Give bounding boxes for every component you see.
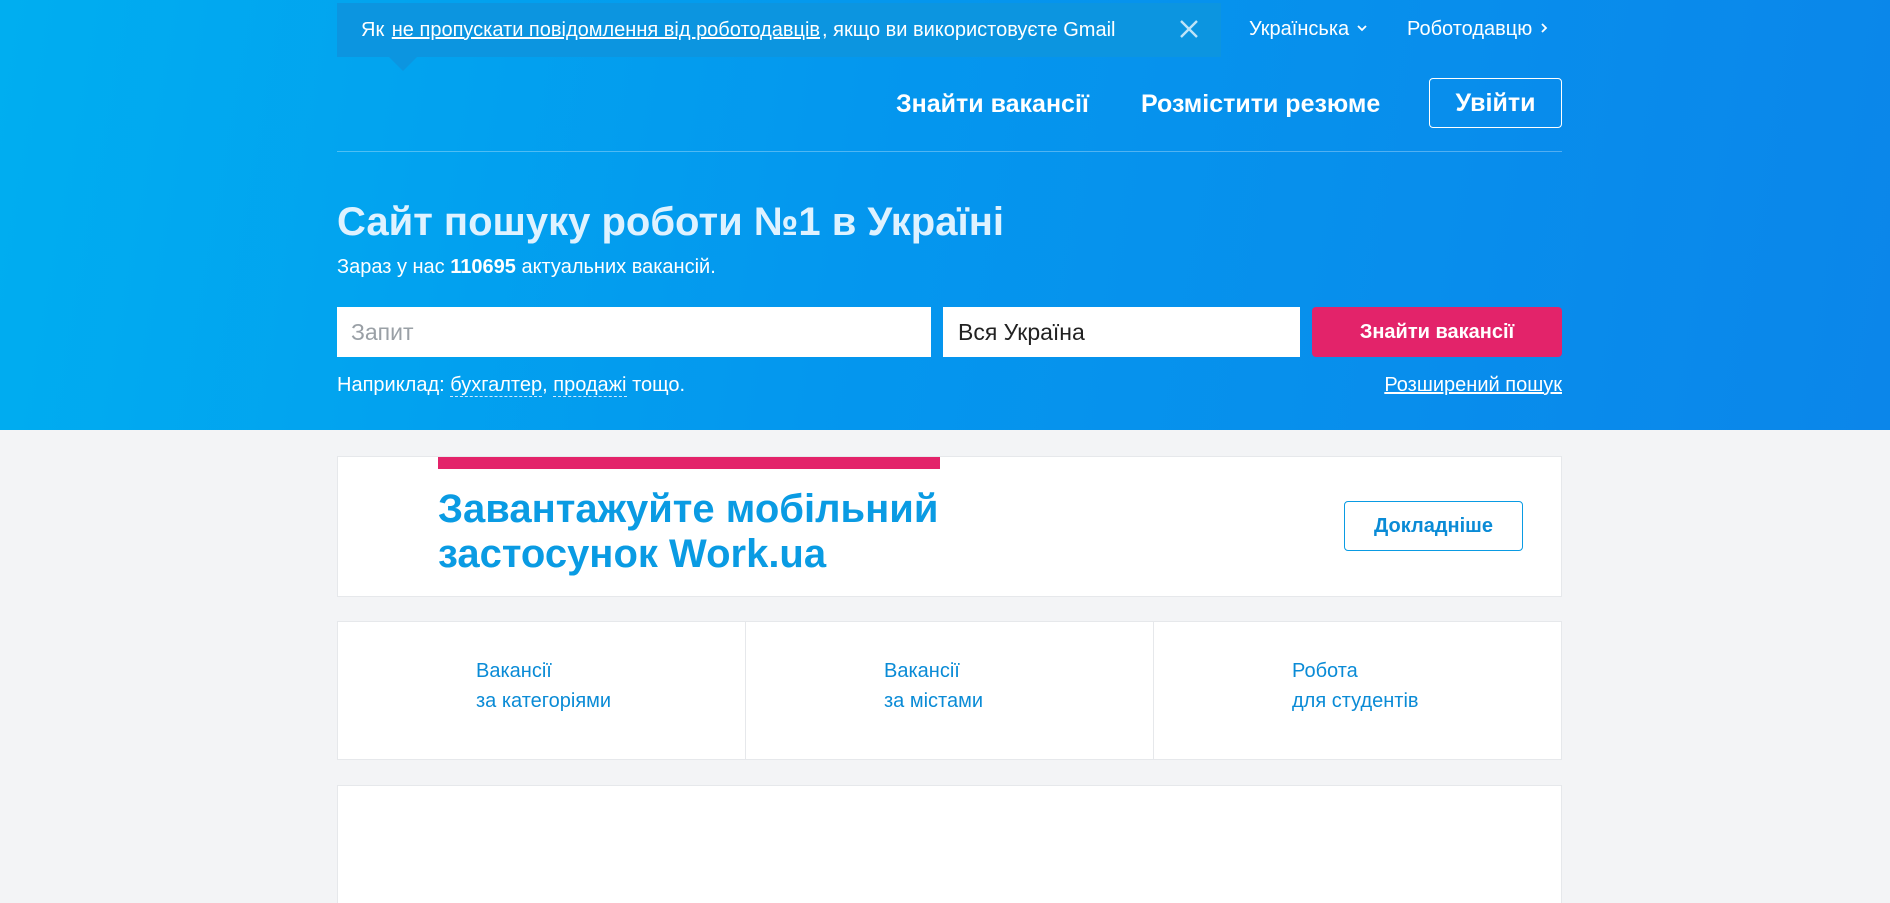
content-panel <box>337 785 1562 903</box>
notice-tail <box>389 57 417 71</box>
promo-title: Завантажуйте мобільний застосунок Work.u… <box>438 487 939 576</box>
quick-link-students[interactable]: Робота для студентів <box>1154 622 1561 759</box>
promo-more-button[interactable]: Докладніше <box>1344 501 1523 551</box>
login-button[interactable]: Увійти <box>1429 78 1562 128</box>
language-select[interactable]: Українська <box>1249 18 1369 41</box>
quick-link-categories[interactable]: Вакансії за категоріями <box>338 622 746 759</box>
search-button[interactable]: Знайти вакансії <box>1312 307 1562 357</box>
summary-suffix: актуальних вакансій. <box>521 256 716 278</box>
gmail-notice: Як не пропускати повідомлення від робото… <box>337 3 1221 71</box>
vacancy-count: 110695 <box>450 256 516 278</box>
quick-link-text: Робота для студентів <box>1292 656 1419 716</box>
quick-link-text: Вакансії за містами <box>884 656 983 716</box>
language-label: Українська <box>1249 18 1350 40</box>
quick-link-cities[interactable]: Вакансії за містами <box>746 622 1154 759</box>
promo-accent-bar <box>438 457 940 469</box>
advanced-search-link[interactable]: Розширений пошук <box>1384 374 1562 397</box>
quick-link-line2: за категоріями <box>476 690 612 712</box>
examples-suffix: тощо. <box>632 374 686 396</box>
search-examples: Наприклад: бухгалтер, продажі тощо. <box>337 374 686 397</box>
example-accountant[interactable]: бухгалтер <box>450 374 543 397</box>
summary-prefix: Зараз у нас <box>337 256 445 278</box>
quick-link-line2: за містами <box>884 690 984 712</box>
quick-links: Вакансії за категоріями Вакансії за міст… <box>337 621 1562 760</box>
app-promo-banner: Завантажуйте мобільний застосунок Work.u… <box>337 456 1562 597</box>
examples-prefix: Наприклад: <box>337 374 445 396</box>
page-title: Сайт пошуку роботи №1 в Україні <box>337 200 1005 244</box>
nav-post-resume[interactable]: Розмістити резюме <box>1141 90 1380 119</box>
notice-link[interactable]: не пропускати повідомлення від роботодав… <box>392 19 820 42</box>
chevron-right-icon <box>1538 18 1550 41</box>
quick-link-line1: Вакансії <box>884 660 960 682</box>
employer-label: Роботодавцю <box>1407 18 1533 40</box>
notice-suffix: , якщо ви використовуєте Gmail <box>822 18 1116 41</box>
nav-find-jobs[interactable]: Знайти вакансії <box>896 90 1089 119</box>
chevron-down-icon <box>1355 18 1369 41</box>
vacancy-summary: Зараз у нас 110695 актуальних вакансій. <box>337 256 716 279</box>
header-divider <box>337 151 1562 152</box>
quick-link-line2: для студентів <box>1292 690 1419 712</box>
region-select[interactable]: Вся Україна <box>943 307 1300 357</box>
employer-link[interactable]: Роботодавцю <box>1407 18 1550 41</box>
close-icon[interactable] <box>1177 17 1201 41</box>
quick-link-line1: Робота <box>1292 660 1358 682</box>
quick-link-line1: Вакансії <box>476 660 552 682</box>
search-input[interactable] <box>337 307 931 357</box>
notice-prefix: Як <box>361 18 385 41</box>
quick-link-text: Вакансії за категоріями <box>476 656 611 716</box>
example-sales[interactable]: продажі <box>553 374 627 397</box>
